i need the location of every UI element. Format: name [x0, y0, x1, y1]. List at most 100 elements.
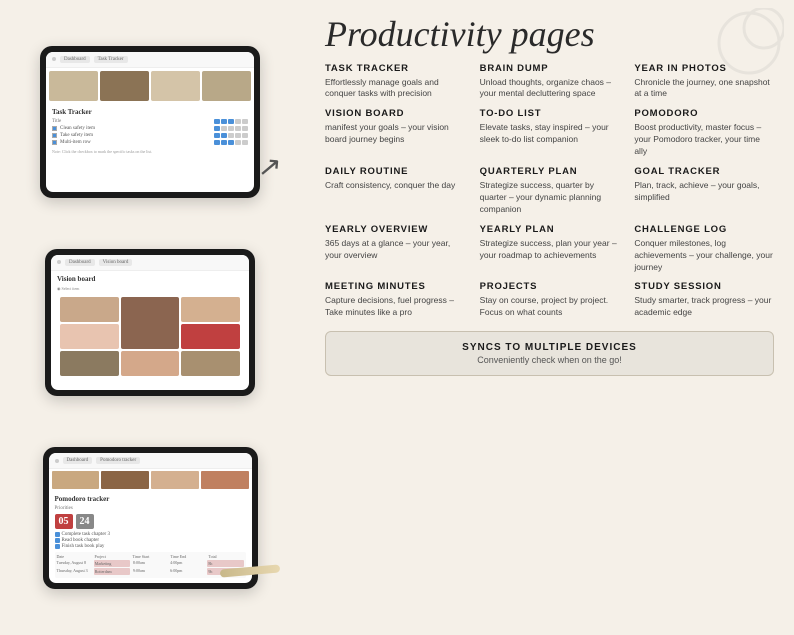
feature-title-3: VISION BOARD [325, 108, 465, 119]
dot-n [235, 140, 241, 145]
dot-4 [235, 119, 241, 124]
vision-board-content: Vision board ◉ Select item [51, 271, 249, 383]
feature-desc-9: 365 days at a glance – your year, your o… [325, 238, 465, 262]
tab-vision-board: Vision board [99, 259, 133, 266]
tablet-mockups-panel: Dashboard Task Tracker Task Tracker Titl… [0, 0, 300, 635]
photo-cell-2 [100, 71, 149, 101]
pomodoro-tablet: Dashboard Pomodoro tracker Pomodoro trac… [43, 447, 258, 589]
task-text-2: Take safety item [60, 133, 211, 138]
feature-title-13: PROJECTS [480, 281, 620, 292]
pomodoro-content: Pomodoro tracker Priorities 05 24 Comple… [49, 491, 252, 582]
feature-yearly-plan: YEARLY PLAN Strategize success, plan you… [480, 224, 620, 274]
vision-cell-7 [121, 351, 180, 376]
pomodoro-title: Pomodoro tracker [55, 495, 246, 503]
feature-desc-2: Chronicle the journey, one snapshot at a… [634, 77, 774, 101]
pomo-seconds: 24 [76, 514, 94, 529]
feature-desc-14: Study smarter, track progress – your aca… [634, 295, 774, 319]
feature-desc-6: Craft consistency, conquer the day [325, 180, 465, 192]
task-row-4: Multi-item row [52, 140, 248, 145]
col-date: Date [57, 554, 92, 559]
feature-title-5: POMODORO [634, 108, 774, 119]
feature-desc-5: Boost productivity, master focus – your … [634, 122, 774, 158]
pomo-item-3: Finish task book play [55, 544, 246, 549]
cell-end-1: 4:00pm [170, 560, 204, 567]
pomo-photo-strip [49, 469, 252, 491]
feature-title-11: CHALLENGE LOG [634, 224, 774, 235]
vision-cell-4 [60, 324, 119, 349]
feature-title-0: TASK TRACKER [325, 63, 465, 74]
tab-dashboard-3: Dashboard [63, 457, 93, 464]
vision-board-title: Vision board [57, 275, 243, 283]
task-dots-4 [214, 140, 248, 145]
cell-date-1: Tuesday, August 8 [57, 560, 91, 567]
screen-dot-3 [55, 459, 59, 463]
task-dots-3 [214, 133, 248, 138]
task-tracker-content: Task Tracker Title C [46, 104, 254, 158]
vision-grid [57, 294, 243, 379]
vision-cell-8 [181, 351, 240, 376]
pomo-photo-1 [52, 471, 100, 489]
col-time: Time Start [133, 554, 168, 559]
dot-f [214, 133, 220, 138]
feature-desc-4: Elevate tasks, stay inspired – your slee… [480, 122, 620, 146]
tab-task-tracker: Task Tracker [94, 56, 128, 63]
pomo-table-header: Date Project Time Start Time End Total [57, 554, 244, 559]
col-total: Total [209, 554, 244, 559]
tab-pomodoro: Pomodoro tracker [96, 457, 140, 464]
pomo-photo-2 [101, 471, 149, 489]
photo-cell-1 [49, 71, 98, 101]
feature-title-9: YEARLY OVERVIEW [325, 224, 465, 235]
cell-proj-2: Rotterdam [94, 568, 130, 575]
feature-desc-8: Plan, track, achieve – your goals, simpl… [634, 180, 774, 204]
feature-title-1: BRAIN DUMP [480, 63, 620, 74]
feature-desc-13: Stay on course, project by project. Focu… [480, 295, 620, 319]
dot-c [228, 126, 234, 131]
feature-title-14: STUDY SESSION [634, 281, 774, 292]
dot-o [242, 140, 248, 145]
feature-pomodoro: POMODORO Boost productivity, master focu… [634, 108, 774, 158]
feature-yearly-overview: YEARLY OVERVIEW 365 days at a glance – y… [325, 224, 465, 274]
pomo-table-row-1: Tuesday, August 8 Marketing 8:00am 4:00p… [57, 560, 244, 567]
screen-dot-2 [57, 260, 61, 264]
feature-title-10: YEARLY PLAN [480, 224, 620, 235]
screen-header-3: Dashboard Pomodoro tracker [49, 453, 252, 469]
vision-cell-1 [60, 297, 119, 322]
task-text-3: Multi-item row [60, 140, 211, 145]
feature-desc-1: Unload thoughts, organize chaos – your m… [480, 77, 620, 101]
task-row-3: Take safety item [52, 133, 248, 138]
task-row-1: Title [52, 119, 248, 124]
vision-board-tablet: Dashboard Vision board Vision board ◉ Se… [45, 249, 255, 396]
screen-header-1: Dashboard Task Tracker [46, 52, 254, 68]
vision-cell-2 [121, 297, 180, 349]
photo-cell-4 [202, 71, 251, 101]
task-tracker-title: Task Tracker [52, 108, 248, 116]
feature-title-4: TO-DO LIST [480, 108, 620, 119]
pomo-item-1: Complete task chapter 3 [55, 532, 246, 537]
dot-h [228, 133, 234, 138]
cell-end-2: 6:00pm [170, 568, 204, 575]
feature-goal-tracker: GOAL TRACKER Plan, track, achieve – your… [634, 166, 774, 216]
task-tracker-note: Note: Click the checkbox to mark the spe… [52, 149, 248, 154]
screen-dot [52, 57, 56, 61]
col-project: Project [95, 554, 130, 559]
dot-2 [221, 119, 227, 124]
feature-task-tracker: TASK TRACKER Effortlessly manage goals a… [325, 63, 465, 101]
feature-title-6: DAILY ROUTINE [325, 166, 465, 177]
pomo-timer: 05 24 [55, 514, 246, 529]
dot-l [221, 140, 227, 145]
arrow-decoration: ↗ [257, 149, 283, 185]
feature-vision-board: VISION BOARD manifest your goals – your … [325, 108, 465, 158]
cell-total-1: 8h [207, 560, 243, 567]
feature-meeting-minutes: MEETING MINUTES Capture decisions, fuel … [325, 281, 465, 319]
pomo-task-list: Complete task chapter 3 Read book chapte… [55, 532, 246, 549]
vision-cell-6 [60, 351, 119, 376]
feature-desc-10: Strategize success, plan your year – you… [480, 238, 620, 262]
screen-header-2: Dashboard Vision board [51, 255, 249, 271]
page-title: Productivity pages [325, 15, 774, 55]
cell-start-2: 9:00am [133, 568, 167, 575]
pomo-table-row-2: Thursday, August 3 Rotterdam 9:00am 6:00… [57, 568, 244, 575]
cell-proj-1: Marketing [94, 560, 130, 567]
feature-desc-0: Effortlessly manage goals and conquer ta… [325, 77, 465, 101]
tab-dashboard-2: Dashboard [65, 259, 95, 266]
sync-banner: SYNCS TO MULTIPLE DEVICES Conveniently c… [325, 331, 774, 376]
